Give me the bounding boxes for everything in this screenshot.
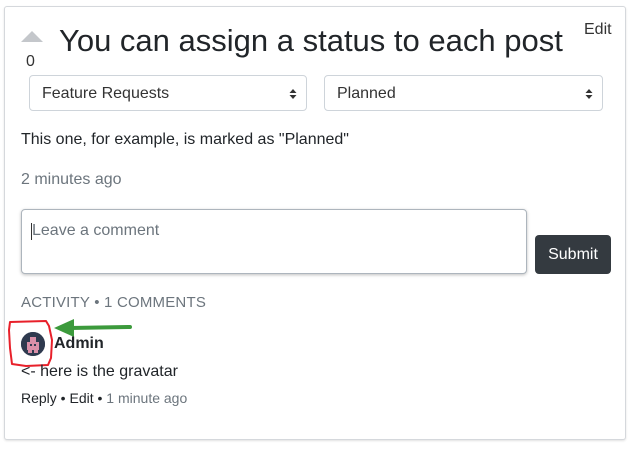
chevron-up-down-icon [584,88,594,100]
comment-author: Admin [54,335,104,352]
post-title: You can assign a status to each post [59,23,563,58]
post-timestamp: 2 minutes ago [21,171,122,188]
upvote-icon[interactable] [21,31,43,42]
chevron-up-down-icon [288,88,298,100]
comment-actions: Reply • Edit • 1 minute ago [21,390,187,406]
comment-text: <- here is the gravatar [21,363,178,380]
category-select-value: Feature Requests [42,85,170,102]
reply-link[interactable]: Reply [21,390,57,406]
red-circle-annotation [8,320,53,367]
comment-input[interactable]: Leave a comment [21,209,527,274]
vote-count: 0 [26,53,35,70]
activity-header: ACTIVITY • 1 COMMENTS [21,294,206,311]
post-body: This one, for example, is marked as "Pla… [21,131,349,148]
category-select[interactable]: Feature Requests [29,75,307,111]
submit-button[interactable]: Submit [535,235,611,274]
edit-post-link[interactable]: Edit [584,21,612,39]
comment-time: 1 minute ago [106,390,188,406]
action-separator: • [93,390,107,406]
activity-separator: • [89,294,105,311]
edit-comment-link[interactable]: Edit [69,390,93,406]
status-select-value: Planned [337,85,396,102]
action-separator: • [56,390,70,406]
status-select[interactable]: Planned [324,75,603,111]
comment-placeholder: Leave a comment [32,222,160,239]
activity-label: ACTIVITY [21,294,90,311]
activity-count: 1 COMMENTS [104,294,207,311]
